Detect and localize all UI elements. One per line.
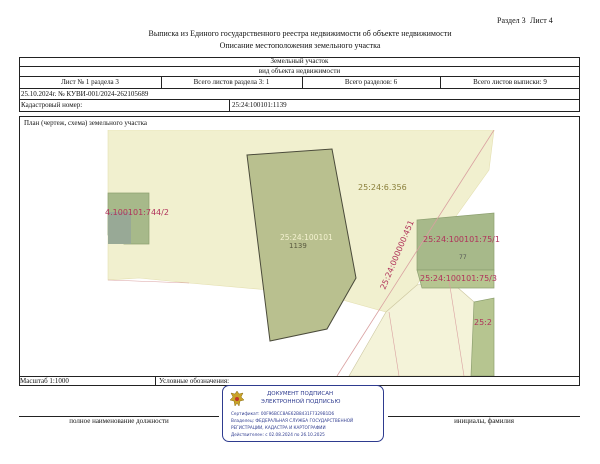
land-plot-map[interactable]: 4.100101:744/2 25:24:6.356 25:24:100101 … (19, 130, 580, 376)
section-sheets: Всего листов раздела 3: 1 (193, 78, 270, 86)
stamp-validity: Действителен: с 02.08.2024 по 26.10.2025 (231, 432, 325, 437)
stamp-line2: ЭЛЕКТРОННОЙ ПОДПИСЬЮ (261, 399, 341, 405)
divider (19, 88, 580, 89)
page-title: Выписка из Единого государственного реес… (148, 29, 452, 38)
total-sheets: Всего листов выписки: 9 (473, 78, 547, 86)
page-subtitle: Описание местоположения земельного участ… (219, 41, 381, 50)
sheet-label: Лист 4 (530, 16, 553, 25)
object-kind: вид объекта недвижимости (258, 67, 341, 75)
map-canvas: 4.100101:744/2 25:24:6.356 25:24:100101 … (105, 130, 500, 376)
stamp-owner: Владелец: ФЕДЕРАЛЬНАЯ СЛУЖБА ГОСУДАРСТВЕ… (231, 418, 354, 423)
emblem-icon (229, 390, 245, 407)
label-right-small: 77 (459, 254, 467, 261)
name-caption: инициалы, фамилия (454, 417, 514, 425)
divider (155, 376, 156, 386)
label-right-3: 25:2 (474, 318, 492, 327)
electronic-signature-stamp: ДОКУМЕНТ ПОДПИСАН ЭЛЕКТРОННОЙ ПОДПИСЬЮ С… (222, 385, 384, 442)
document-date-number: 25.10.2024г. № КУВИ-001/2024-262105689 (21, 90, 149, 98)
total-sections: Всего разделов: 6 (344, 78, 398, 86)
stamp-owner-2: РЕГИСТРАЦИИ, КАДАСТРА И КАРТОГРАФИИ (231, 425, 326, 430)
divider (19, 76, 580, 77)
divider (19, 99, 580, 100)
plan-title: План (чертеж, схема) земельного участка (24, 119, 148, 127)
position-caption: полное наименование должности (69, 417, 169, 425)
label-right-2: 25:24:100101:75/3 (420, 274, 497, 283)
object-type: Земельный участок (270, 57, 329, 65)
section-label: Раздел 3 (497, 16, 526, 25)
label-big-parcel: 25:24:6.356 (358, 183, 407, 192)
scale-label: Масштаб 1:1000 (20, 377, 69, 385)
divider (229, 99, 230, 112)
legend-label: Условные обозначения: (159, 377, 230, 385)
label-left-parcel: 4.100101:744/2 (105, 208, 169, 217)
sheet-of-section: Лист № 1 раздела 3 (61, 78, 119, 86)
stamp-certificate: Сертификат: 00F96BCC8AE62B8431F7329B1D6 (231, 411, 335, 416)
label-main-number: 25:24:100101 (280, 233, 333, 242)
stamp-line1: ДОКУМЕНТ ПОДПИСАН (267, 391, 334, 397)
parcel-right-lower (470, 297, 495, 376)
divider (19, 376, 580, 377)
label-main-suffix: 1139 (289, 242, 307, 250)
cadastral-value: 25:24:100101:1139 (232, 101, 287, 109)
cadastral-label: Кадастровый номер: (21, 101, 83, 109)
label-right-1: 25:24:100101:75/1 (423, 235, 500, 244)
